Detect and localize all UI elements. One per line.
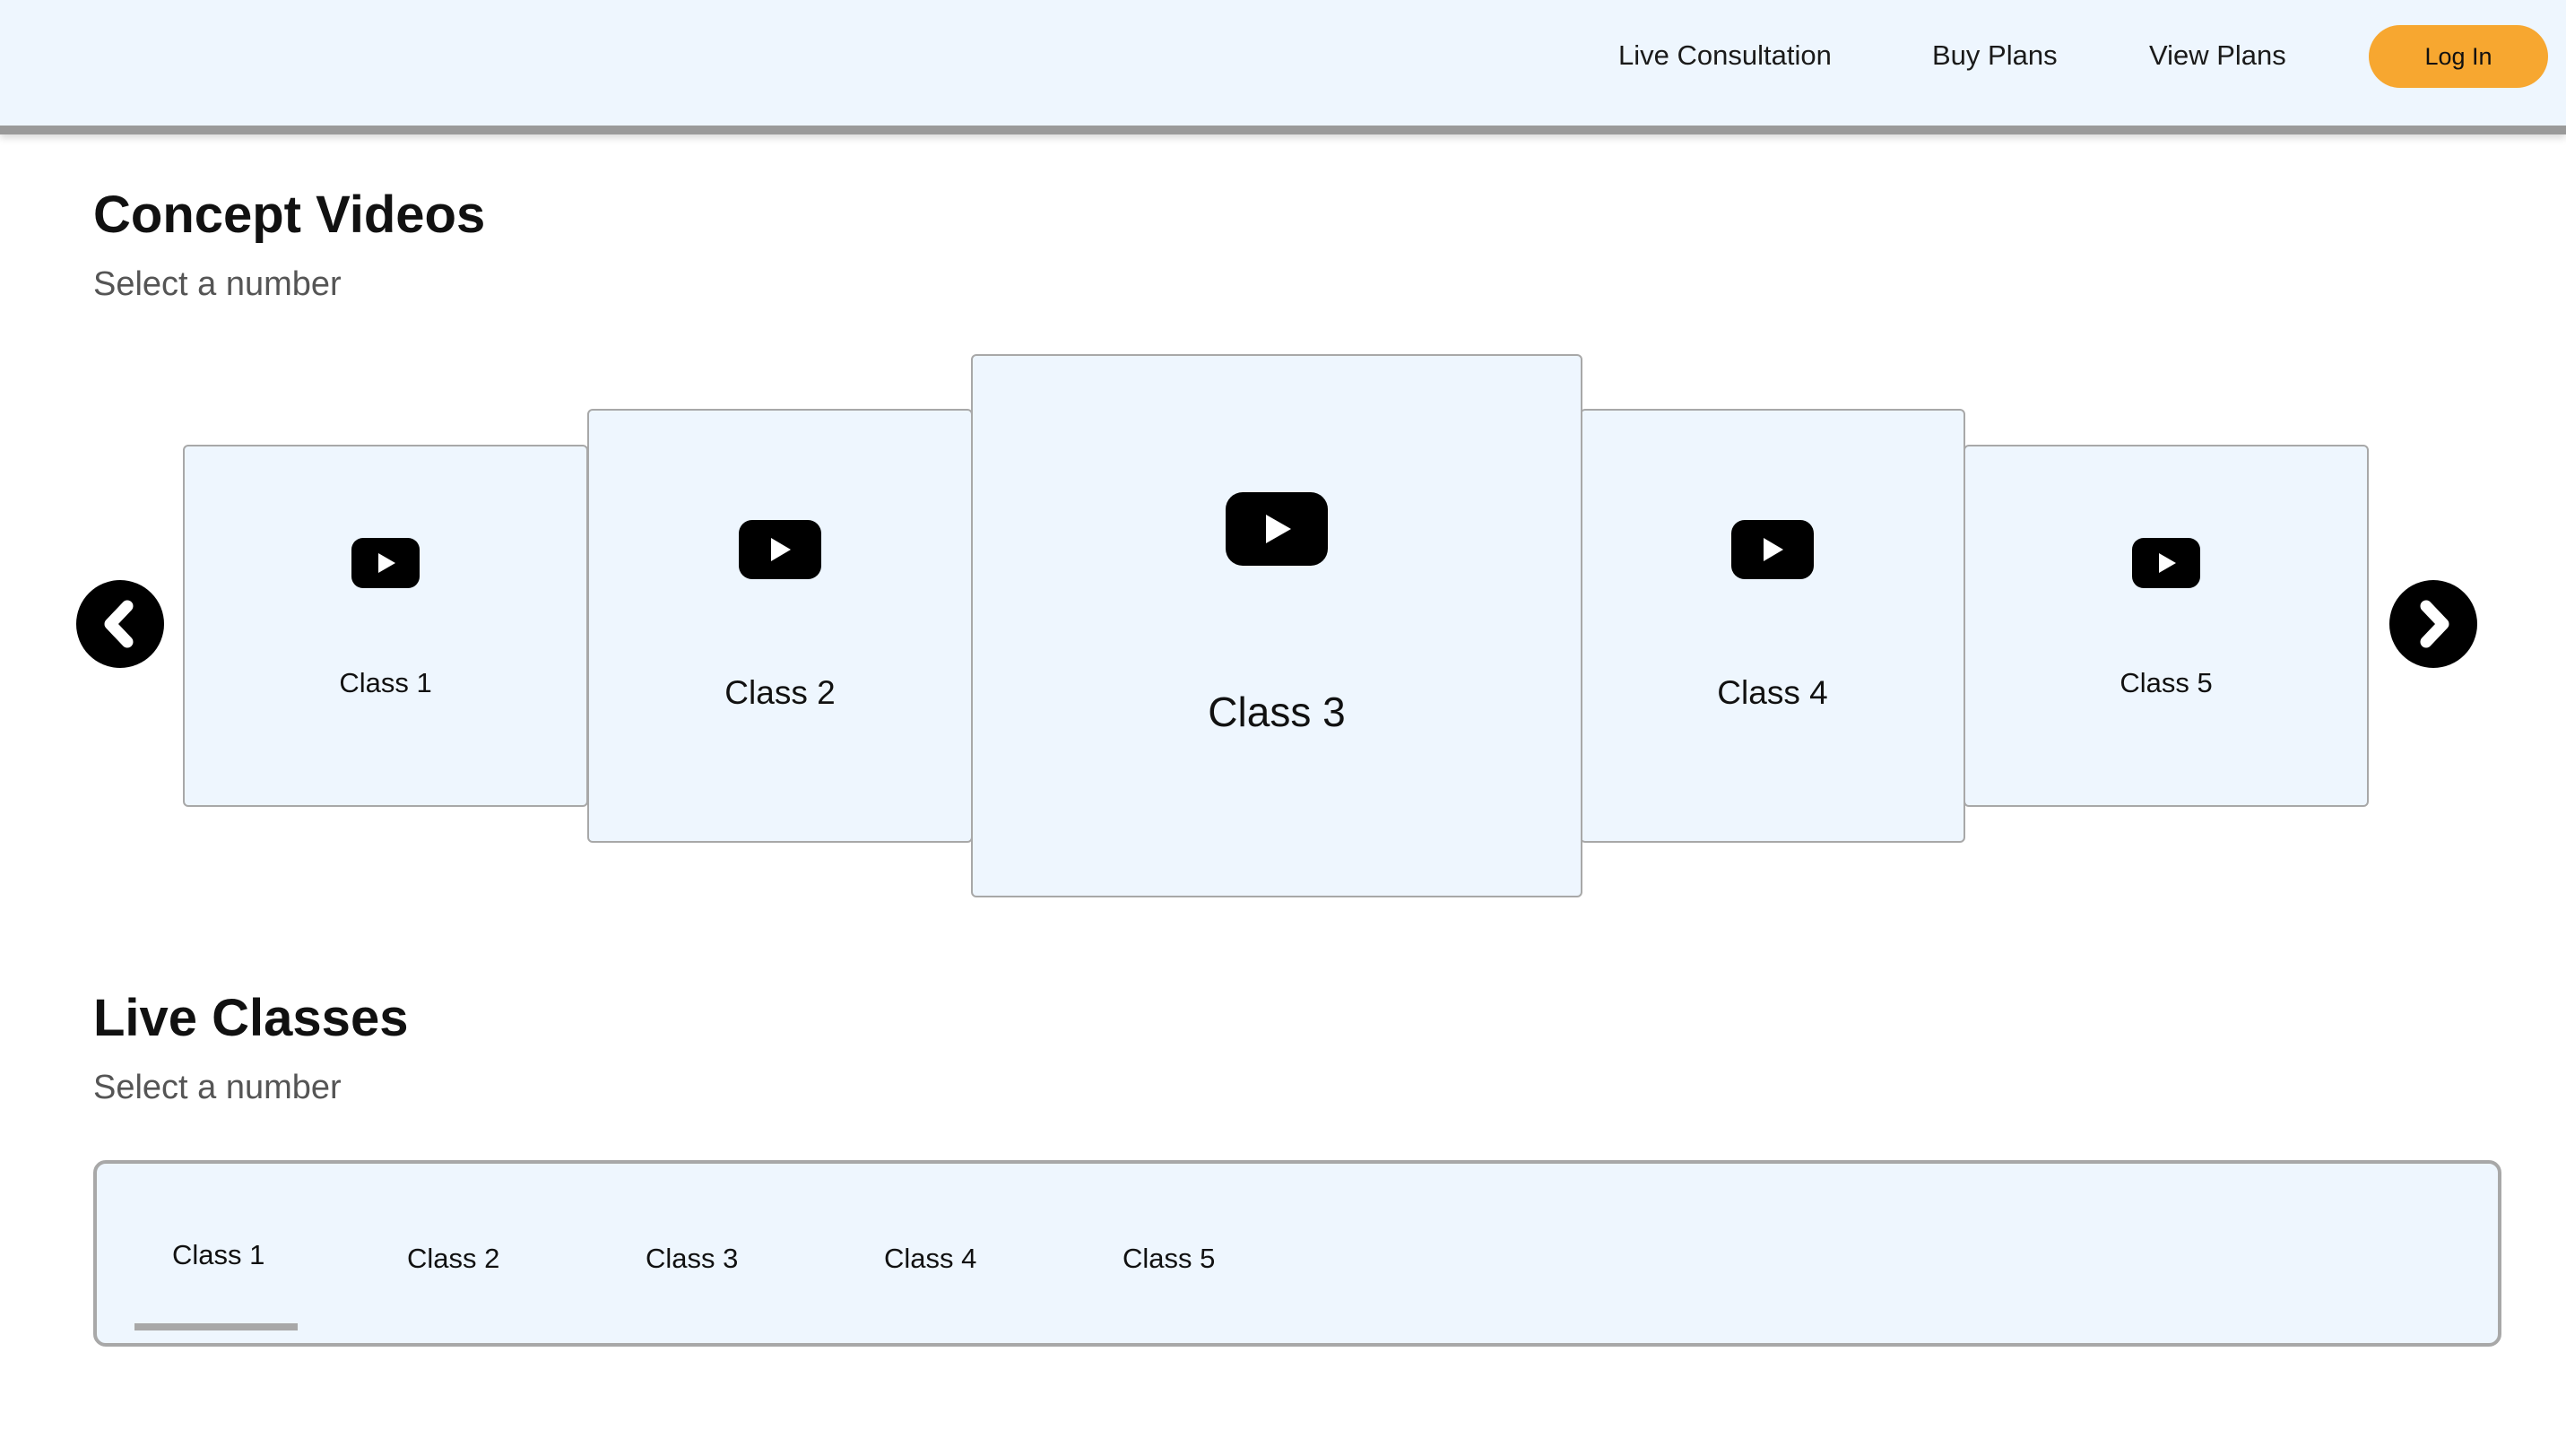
- tab-class-4[interactable]: Class 4: [884, 1241, 976, 1277]
- video-card-label: Class 4: [1717, 674, 1828, 711]
- video-card-label: Class 5: [2120, 667, 2213, 698]
- nav-live-consultation[interactable]: Live Consultation: [1618, 38, 1832, 74]
- youtube-play-icon: [2132, 538, 2200, 588]
- tab-class-2[interactable]: Class 2: [407, 1241, 499, 1277]
- carousel-prev-button[interactable]: [76, 580, 164, 668]
- youtube-play-icon: [1731, 520, 1814, 579]
- live-classes-subtitle: Select a number: [93, 1069, 342, 1106]
- tab-class-1[interactable]: Class 1: [172, 1237, 264, 1273]
- chevron-right-icon: [2420, 600, 2449, 648]
- tab-class-3[interactable]: Class 3: [646, 1241, 738, 1277]
- video-card-class-5[interactable]: Class 5: [1964, 445, 2369, 807]
- concept-videos-subtitle: Select a number: [93, 265, 342, 303]
- top-nav-bar: Live Consultation Buy Plans View Plans L…: [0, 0, 2566, 134]
- youtube-play-icon: [351, 538, 420, 588]
- nav-buy-plans[interactable]: Buy Plans: [1932, 38, 2058, 74]
- login-button[interactable]: Log In: [2369, 25, 2548, 88]
- youtube-play-icon: [1226, 492, 1328, 566]
- video-card-class-2[interactable]: Class 2: [587, 409, 973, 843]
- video-card-label: Class 1: [339, 667, 432, 698]
- concept-videos-title: Concept Videos: [93, 186, 486, 244]
- live-classes-tabbar: Class 1 Class 2 Class 3 Class 4 Class 5: [93, 1160, 2501, 1347]
- active-tab-indicator: [134, 1323, 298, 1330]
- video-card-label: Class 2: [724, 674, 836, 711]
- chevron-left-icon: [104, 600, 134, 648]
- video-card-label: Class 3: [1208, 689, 1346, 735]
- video-card-class-3[interactable]: Class 3: [971, 354, 1582, 897]
- live-classes-title: Live Classes: [93, 989, 409, 1047]
- tab-class-5[interactable]: Class 5: [1123, 1241, 1215, 1277]
- video-card-class-1[interactable]: Class 1: [183, 445, 588, 807]
- carousel-next-button[interactable]: [2389, 580, 2477, 668]
- nav-view-plans[interactable]: View Plans: [2149, 38, 2286, 74]
- video-card-class-4[interactable]: Class 4: [1580, 409, 1965, 843]
- youtube-play-icon: [739, 520, 821, 579]
